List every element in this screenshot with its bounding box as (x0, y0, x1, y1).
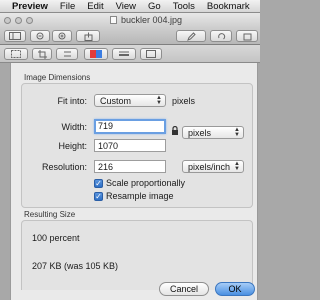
pencil-icon (186, 31, 196, 41)
view-mode-button[interactable] (4, 30, 26, 42)
menu-edit[interactable]: Edit (87, 1, 103, 12)
scale-proportionally-checkbox[interactable]: ✓ Scale proportionally (94, 178, 185, 188)
resulting-size-box: 100 percent 207 KB (was 105 KB) (21, 220, 253, 290)
window-controls (4, 16, 33, 24)
adjust-icon (63, 51, 71, 56)
width-field[interactable]: 719 (94, 119, 166, 134)
resolution-field[interactable]: 216 (94, 160, 166, 173)
edit-toolbar (0, 45, 260, 63)
menu-tools[interactable]: Tools (173, 1, 195, 12)
minimize-window-button[interactable] (15, 16, 22, 24)
markup-button[interactable] (236, 30, 258, 42)
adjust-color-button[interactable] (56, 48, 78, 60)
zoom-window-button[interactable] (26, 16, 33, 24)
scale-proportionally-label: Scale proportionally (106, 178, 186, 188)
line-style-button[interactable] (112, 48, 136, 60)
rotate-button[interactable] (210, 30, 232, 42)
zoom-in-icon (58, 32, 65, 39)
lock-icon[interactable] (171, 126, 179, 136)
image-dimensions-heading: Image Dimensions (24, 73, 91, 82)
resample-image-checkbox[interactable]: ✓ Resample image (94, 191, 174, 201)
color-swatch-icon (90, 50, 102, 58)
result-file-size: 207 KB (was 105 KB) (32, 261, 119, 271)
checkmark-icon: ✓ (94, 191, 103, 201)
result-percent: 100 percent (32, 233, 80, 243)
resulting-size-heading: Resulting Size (24, 210, 76, 219)
text-style-icon (146, 50, 156, 58)
menu-file[interactable]: File (60, 1, 75, 12)
resolution-label: Resolution: (41, 162, 87, 172)
crop-tool-button[interactable] (32, 48, 52, 60)
width-label: Width: (61, 122, 87, 132)
rotate-icon (217, 32, 225, 39)
menu-bookmark[interactable]: Bookmark (207, 1, 250, 12)
height-field[interactable]: 1070 (94, 139, 166, 152)
cancel-button[interactable]: Cancel (159, 282, 209, 296)
close-window-button[interactable] (4, 16, 11, 24)
adjust-size-dialog: Image Dimensions Fit into: Custom ▲ ▼ pix… (10, 63, 258, 300)
window-title-bar: buckler 004.jpg (0, 13, 260, 27)
menu-view[interactable]: View (116, 1, 136, 12)
document-icon (110, 16, 117, 24)
size-unit-value: pixels (188, 128, 212, 138)
resolution-unit-value: pixels/inch (188, 162, 231, 172)
color-picker-button[interactable] (84, 48, 108, 60)
height-label: Height: (58, 141, 87, 151)
share-button[interactable] (76, 30, 100, 42)
popup-arrows-icon: ▲ ▼ (234, 161, 240, 172)
ok-button[interactable]: OK (215, 282, 255, 296)
edit-button[interactable] (176, 30, 206, 42)
sidebar-icon (9, 32, 21, 40)
resolution-unit-popup[interactable]: pixels/inch ▲ ▼ (182, 160, 244, 173)
size-unit-popup[interactable]: pixels ▲ ▼ (182, 126, 244, 139)
zoom-in-button[interactable] (52, 30, 72, 42)
fit-into-label: Fit into: (57, 96, 87, 106)
resample-image-label: Resample image (106, 191, 174, 201)
window-title: buckler 004.jpg (121, 15, 183, 25)
fit-into-popup[interactable]: Custom ▲ ▼ (94, 94, 166, 107)
line-style-icon (119, 51, 129, 56)
selection-tool-button[interactable] (4, 48, 28, 60)
popup-arrows-icon: ▲ ▼ (156, 95, 162, 106)
zoom-out-button[interactable] (30, 30, 50, 42)
text-style-button[interactable] (140, 48, 162, 60)
menu-bar: Preview File Edit View Go Tools Bookmark (0, 0, 260, 13)
share-icon (84, 32, 92, 41)
toolbox-icon (243, 33, 251, 40)
image-dimensions-box: Fit into: Custom ▲ ▼ pixels Width: 719 He… (21, 83, 253, 208)
rect-select-icon (11, 50, 21, 58)
menu-app-preview[interactable]: Preview (12, 1, 48, 12)
zoom-out-icon (36, 32, 43, 39)
checkmark-icon: ✓ (94, 178, 103, 188)
toolbar (0, 27, 260, 45)
menu-go[interactable]: Go (148, 1, 161, 12)
popup-arrows-icon: ▲ ▼ (234, 127, 240, 138)
fit-into-unit: pixels (172, 96, 196, 106)
fit-into-value: Custom (100, 96, 132, 106)
crop-icon (37, 49, 47, 59)
